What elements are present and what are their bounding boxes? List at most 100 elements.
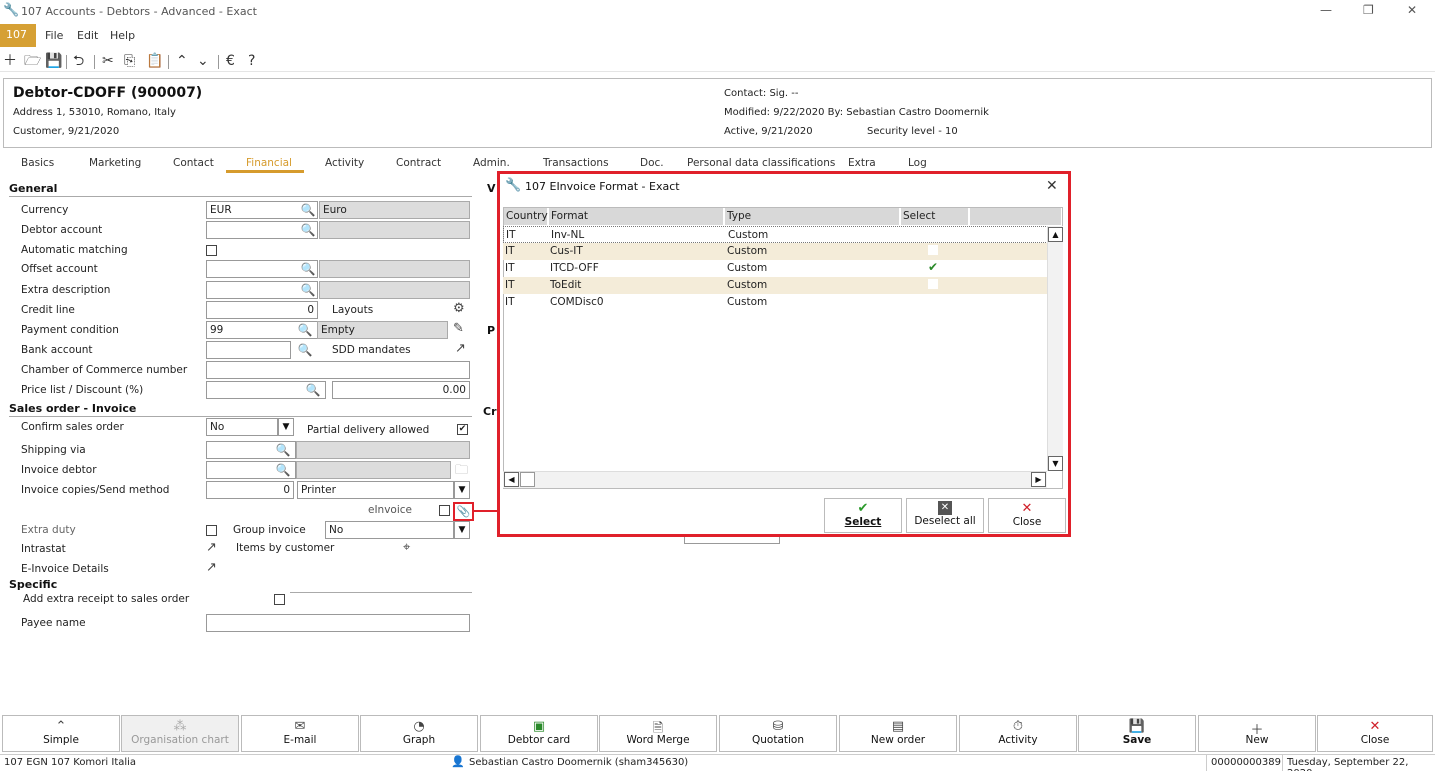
lookup-icon[interactable]: 🔍 bbox=[300, 202, 316, 218]
table-row[interactable]: IT Cus-IT Custom bbox=[503, 243, 1048, 260]
debtor-address: Address 1, 53010, Romano, Italy bbox=[13, 107, 176, 118]
payee-name-field[interactable] bbox=[206, 614, 470, 632]
column-header-format[interactable]: Format bbox=[549, 208, 724, 225]
close-window-button[interactable]: ✕ bbox=[1407, 3, 1417, 17]
vertical-scrollbar[interactable] bbox=[1047, 226, 1063, 471]
cell-select[interactable] bbox=[928, 245, 938, 255]
paste-icon[interactable]: 📋 bbox=[146, 53, 163, 69]
tab-admin[interactable]: Admin. bbox=[473, 157, 510, 169]
dialog-close-button[interactable]: ✕ Close bbox=[988, 498, 1066, 533]
send-method-select[interactable]: Printer bbox=[297, 481, 454, 499]
scroll-right-icon[interactable]: ▶ bbox=[1031, 472, 1046, 487]
help-icon[interactable]: ? bbox=[248, 53, 255, 69]
column-header-type[interactable]: Type bbox=[725, 208, 900, 225]
cell-select[interactable] bbox=[928, 279, 938, 289]
select-button[interactable]: ✔ Select bbox=[824, 498, 902, 533]
column-header-select[interactable]: Select bbox=[901, 208, 969, 225]
einvoice-checkbox[interactable] bbox=[439, 505, 450, 516]
scroll-down-icon[interactable]: ▼ bbox=[1048, 456, 1063, 471]
tab-personal-data[interactable]: Personal data classifications bbox=[687, 157, 835, 169]
tab-marketing[interactable]: Marketing bbox=[89, 157, 141, 169]
tab-log[interactable]: Log bbox=[908, 157, 927, 169]
save-button[interactable]: 💾 Save bbox=[1078, 715, 1196, 752]
organisation-chart-button[interactable]: ⁂ Organisation chart bbox=[121, 715, 239, 752]
horizontal-scrollbar[interactable] bbox=[503, 471, 1047, 488]
word-merge-button[interactable]: 🗎 Word Merge bbox=[599, 715, 717, 752]
maximize-button[interactable]: ❐ bbox=[1363, 3, 1374, 17]
partial-delivery-checkbox[interactable]: ✔ bbox=[457, 424, 468, 435]
lookup-icon[interactable]: 🔍 bbox=[275, 442, 291, 458]
minimize-button[interactable]: — bbox=[1320, 3, 1332, 17]
close-button[interactable]: ✕ Close bbox=[1317, 715, 1433, 752]
new-button[interactable]: ＋ New bbox=[1198, 715, 1316, 752]
add-icon[interactable]: ＋ bbox=[3, 53, 17, 69]
table-row[interactable]: IT Inv-NL Custom bbox=[503, 226, 1048, 243]
copy-icon[interactable]: ⎘ bbox=[124, 53, 135, 69]
group-invoice-select[interactable]: No bbox=[325, 521, 454, 539]
open-folder-icon[interactable]: 🗁 bbox=[24, 53, 41, 69]
external-link-icon[interactable]: ↗ bbox=[455, 341, 466, 356]
extra-duty-checkbox[interactable] bbox=[206, 525, 217, 536]
tab-activity[interactable]: Activity bbox=[325, 157, 364, 169]
debtor-contact: Contact: Sig. -- bbox=[724, 88, 799, 99]
coc-number-field[interactable] bbox=[206, 361, 470, 379]
extra-receipt-checkbox[interactable] bbox=[274, 594, 285, 605]
new-order-button[interactable]: ▤ New order bbox=[839, 715, 957, 752]
external-link-icon[interactable]: ↗ bbox=[206, 560, 217, 575]
save-disk-icon[interactable]: 💾 bbox=[45, 53, 62, 69]
lookup-icon[interactable]: 🔍 bbox=[300, 282, 316, 298]
target-icon[interactable]: ⌖ bbox=[403, 540, 410, 555]
dropdown-arrow-icon[interactable]: ▼ bbox=[278, 418, 294, 436]
table-row[interactable]: IT COMDisc0 Custom bbox=[503, 294, 1048, 311]
table-row[interactable]: IT ITCD-OFF Custom ✔ bbox=[503, 260, 1048, 277]
tab-financial[interactable]: Financial bbox=[246, 157, 292, 169]
lookup-icon[interactable]: 🔍 bbox=[305, 382, 321, 398]
tab-contract[interactable]: Contract bbox=[396, 157, 441, 169]
tab-doc[interactable]: Doc. bbox=[640, 157, 664, 169]
scroll-left-icon[interactable]: ◀ bbox=[504, 472, 519, 487]
checkmark-icon[interactable]: ✔ bbox=[928, 260, 938, 274]
tab-transactions[interactable]: Transactions bbox=[543, 157, 609, 169]
lookup-icon[interactable]: 🔍 bbox=[300, 261, 316, 277]
currency-euro-icon[interactable]: € bbox=[226, 53, 235, 69]
undo-icon[interactable]: ⮌ bbox=[73, 53, 84, 69]
column-header-country[interactable]: Country bbox=[504, 208, 548, 225]
confirm-sales-order-select[interactable]: No bbox=[206, 418, 278, 436]
chevron-down-icon[interactable]: ⌄ bbox=[197, 53, 209, 69]
menu-help[interactable]: Help bbox=[110, 29, 135, 42]
email-button[interactable]: ✉ E-mail bbox=[241, 715, 359, 752]
dialog-close-icon[interactable]: ✕ bbox=[1046, 178, 1058, 194]
menu-edit[interactable]: Edit bbox=[77, 29, 98, 42]
tab-contact[interactable]: Contact bbox=[173, 157, 214, 169]
graph-button[interactable]: ◔ Graph bbox=[360, 715, 478, 752]
scroll-thumb[interactable] bbox=[520, 472, 535, 487]
bank-account-field[interactable] bbox=[206, 341, 291, 359]
scroll-up-icon[interactable]: ▲ bbox=[1048, 227, 1063, 242]
chevron-up-icon[interactable]: ⌃ bbox=[176, 53, 188, 69]
quotation-button[interactable]: ⛁ Quotation bbox=[719, 715, 837, 752]
gear-icon[interactable]: ⚙ bbox=[453, 301, 465, 316]
simple-button[interactable]: ⌃ Simple bbox=[2, 715, 120, 752]
cut-icon[interactable]: ✂ bbox=[102, 53, 114, 69]
tab-basics[interactable]: Basics bbox=[21, 157, 54, 169]
credit-line-field[interactable]: 0 bbox=[206, 301, 318, 319]
lookup-icon[interactable]: 🔍 bbox=[275, 462, 291, 478]
activity-button[interactable]: ⏱ Activity bbox=[959, 715, 1077, 752]
debtor-card-button[interactable]: ▣ Debtor card bbox=[480, 715, 598, 752]
discount-field[interactable]: 0.00 bbox=[332, 381, 470, 399]
deselect-all-button[interactable]: ✕ Deselect all bbox=[906, 498, 984, 533]
external-link-icon[interactable]: ↗ bbox=[206, 540, 217, 555]
pencil-icon[interactable]: ✎ bbox=[453, 321, 464, 336]
folder-icon[interactable]: 🗀 bbox=[455, 461, 468, 483]
lookup-icon[interactable]: 🔍 bbox=[300, 222, 316, 238]
paperclip-icon[interactable]: 📎 bbox=[453, 502, 474, 521]
menu-file[interactable]: File bbox=[45, 29, 63, 42]
dropdown-arrow-icon[interactable]: ▼ bbox=[454, 481, 470, 499]
dropdown-arrow-icon[interactable]: ▼ bbox=[454, 521, 470, 539]
invoice-copies-field[interactable]: 0 bbox=[206, 481, 294, 499]
table-row[interactable]: IT ToEdit Custom bbox=[503, 277, 1048, 294]
lookup-icon[interactable]: 🔍 bbox=[297, 342, 313, 358]
auto-matching-checkbox[interactable] bbox=[206, 245, 217, 256]
lookup-icon[interactable]: 🔍 bbox=[297, 322, 313, 338]
tab-extra[interactable]: Extra bbox=[848, 157, 876, 169]
